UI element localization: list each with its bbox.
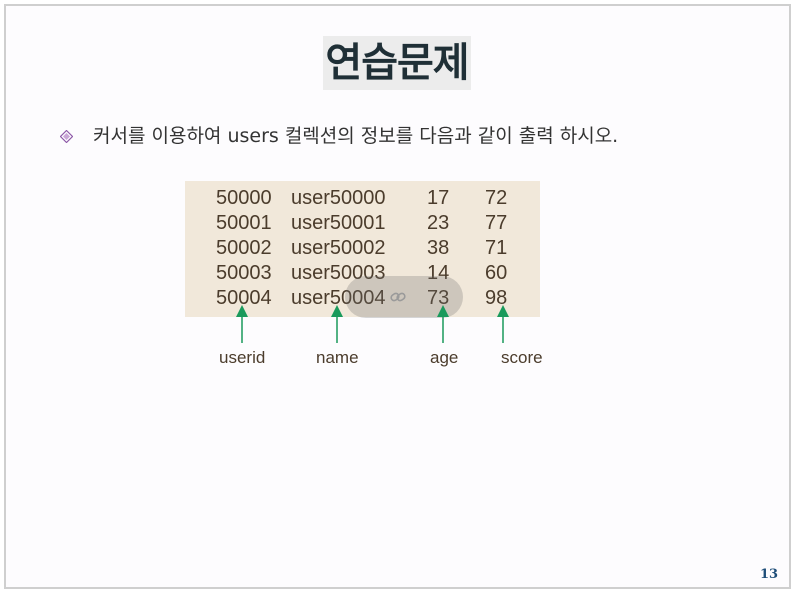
name-label: name bbox=[316, 348, 359, 367]
userid-label: userid bbox=[219, 348, 266, 367]
score-label: score bbox=[501, 348, 543, 367]
field-arrows bbox=[236, 305, 509, 343]
slide: 연습문제 커서를 이용하여 users 컬렉션의 정보를 다음과 같이 출력 하… bbox=[0, 0, 799, 597]
age-label: age bbox=[430, 348, 459, 367]
page-number: 13 bbox=[760, 567, 779, 582]
